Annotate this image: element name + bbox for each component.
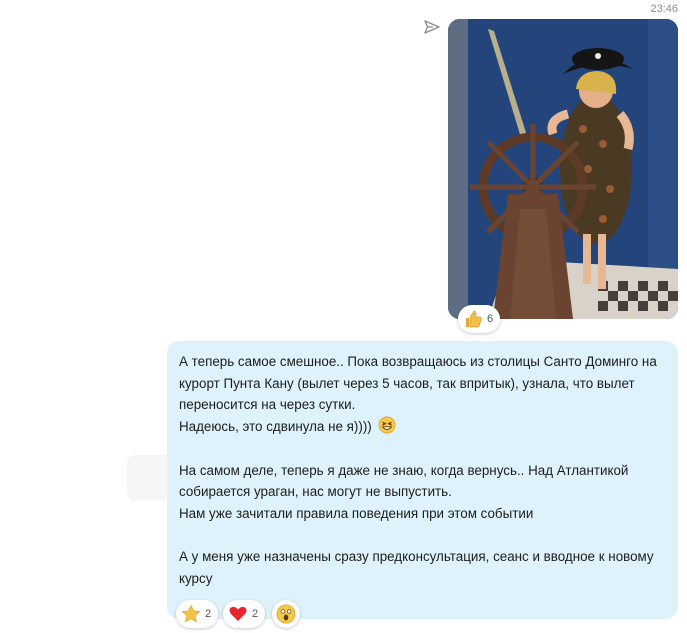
reaction-surprised[interactable]: [272, 600, 300, 628]
reaction-count: 2: [252, 608, 259, 620]
pirate-photo-image: [448, 19, 678, 319]
star-icon: [181, 604, 201, 624]
reaction-count: 2: [205, 608, 212, 620]
reaction-thumbs-up[interactable]: 6: [458, 305, 501, 333]
thumbs-up-icon: [463, 309, 483, 329]
message-line: Надеюсь, это сдвинула не я)))): [179, 419, 372, 435]
message-line: А теперь самое смешное.. Пока возвращаюс…: [179, 354, 657, 369]
text-message-bubble[interactable]: А теперь самое смешное.. Пока возвращаюс…: [167, 341, 678, 619]
message-line-with-emoji: Надеюсь, это сдвинула не я)))): [179, 416, 666, 438]
photo-message[interactable]: [448, 19, 678, 319]
message-line: курсу: [179, 571, 213, 586]
message-line: А у меня уже назначены сразу предконсуль…: [179, 549, 654, 565]
message-line: переносится на через сутки.: [179, 397, 356, 413]
message-line: собирается ураган, нас могут не выпустит…: [179, 484, 452, 500]
heart-icon: [228, 604, 248, 624]
message-timestamp: 23:46: [650, 3, 678, 15]
reaction-heart[interactable]: 2: [223, 600, 266, 628]
surprised-face-icon: [276, 604, 296, 624]
reaction-count: 6: [487, 313, 494, 325]
laughing-face-icon: [378, 416, 396, 434]
chat-conversation: 23:46 6 А теперь самое смешное.. Пока во…: [0, 0, 687, 633]
reaction-star[interactable]: 2: [176, 600, 219, 628]
send-arrow-icon: [424, 20, 440, 34]
message-hover-area: [127, 455, 167, 501]
message-line: Нам уже зачитали правила поведения при э…: [179, 505, 534, 521]
message-line: На самом деле, теперь я даже не знаю, ко…: [179, 462, 629, 478]
message-line: курорт Пунта Кану (вылет через 5 часов, …: [179, 375, 635, 391]
